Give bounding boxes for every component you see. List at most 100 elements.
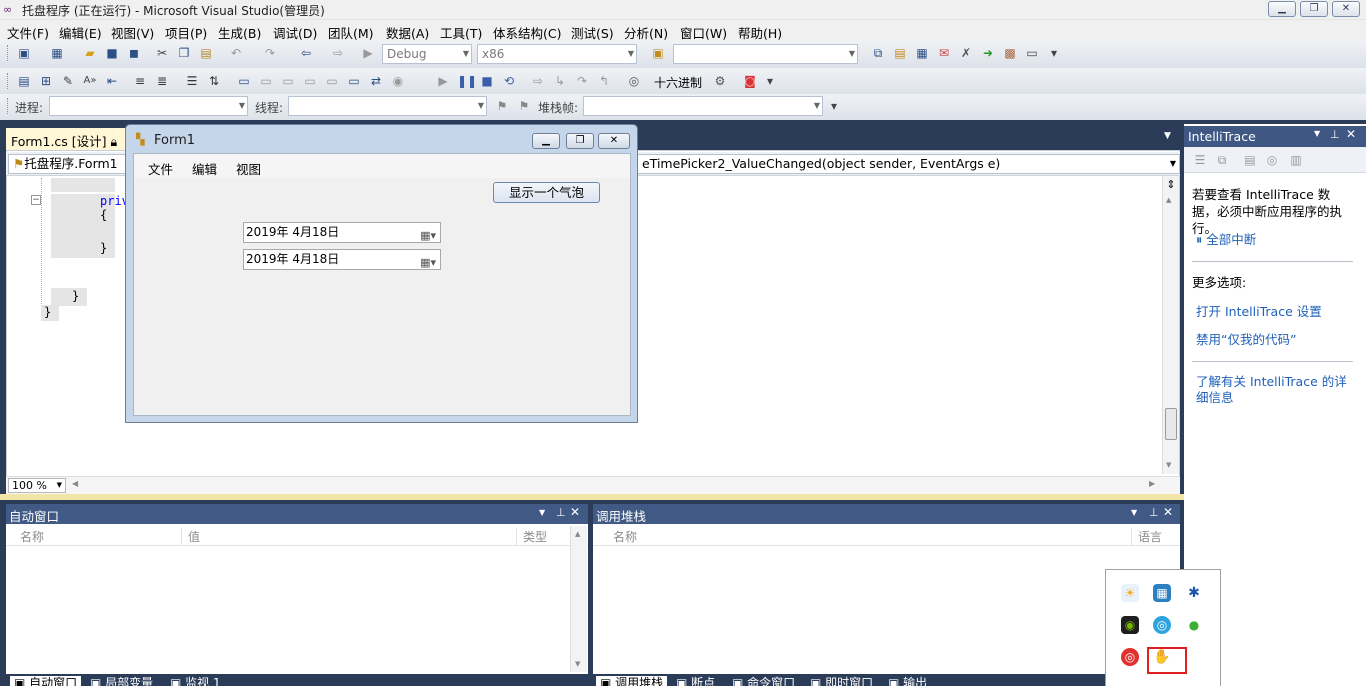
- pin-icon[interactable]: ⊥: [1330, 128, 1340, 141]
- autos-scrollbar[interactable]: ▲ ▼: [570, 526, 587, 672]
- close-button[interactable]: ✕: [1332, 1, 1360, 17]
- next-bookmark-icon[interactable]: ⇅: [206, 73, 222, 89]
- column-value[interactable]: 值: [188, 528, 200, 545]
- object-browser-icon[interactable]: ▦: [914, 45, 930, 61]
- update-icon[interactable]: ◎: [1153, 616, 1171, 634]
- minimize-button[interactable]: ▁: [1268, 1, 1296, 17]
- cut-icon[interactable]: ✂: [154, 45, 170, 61]
- pin-icon[interactable]: ⊥: [1149, 506, 1159, 519]
- column-type[interactable]: 类型: [516, 528, 574, 545]
- breakpoints-window-icon[interactable]: ◙: [742, 73, 758, 89]
- zoom-combo[interactable]: 100 % ▼: [8, 478, 66, 493]
- toolbox-icon[interactable]: ✉: [936, 45, 952, 61]
- search-icon[interactable]: ◎: [1264, 152, 1280, 168]
- paste-icon[interactable]: ▤: [198, 45, 214, 61]
- find-combo[interactable]: ▼: [673, 44, 858, 64]
- tab-command-window[interactable]: ▣ 命令窗口: [732, 676, 795, 686]
- tab-watch1[interactable]: ▣ 监视 1: [170, 676, 221, 686]
- flag-icon[interactable]: ⚑: [494, 98, 510, 114]
- close-icon[interactable]: ✕: [1163, 505, 1173, 519]
- process-combo[interactable]: ▼: [49, 96, 248, 116]
- scroll-up-icon[interactable]: ▲: [575, 530, 580, 538]
- split-icon[interactable]: ⇕: [1165, 178, 1177, 192]
- collapse-icon[interactable]: −: [31, 195, 41, 205]
- settings-icon[interactable]: ▤: [1242, 152, 1258, 168]
- start-debugging-icon[interactable]: ▶: [360, 45, 376, 61]
- step-into-icon[interactable]: ↳: [552, 73, 568, 89]
- calendar-icon[interactable]: ▦▾: [420, 253, 436, 272]
- calendar-icon[interactable]: ▦▾: [420, 226, 436, 245]
- scroll-down-icon[interactable]: ▼: [575, 660, 580, 668]
- extension-manager-icon[interactable]: ▩: [1002, 45, 1018, 61]
- parameter-info-icon[interactable]: ⊞: [38, 73, 54, 89]
- form1-menu-view[interactable]: 视图: [236, 159, 261, 178]
- quick-info-icon[interactable]: ✎: [60, 73, 76, 89]
- save-icon[interactable]: ■: [104, 45, 120, 61]
- flag-all-icon[interactable]: ⚑: [516, 98, 532, 114]
- disable-just-my-code-link[interactable]: 禁用“仅我的代码”: [1196, 332, 1296, 348]
- clear-bookmarks-icon[interactable]: ▭: [346, 73, 362, 89]
- dropdown-icon[interactable]: ▼: [1131, 508, 1137, 517]
- date-time-picker-1[interactable]: 2019年 4月18日 ▦▾: [243, 222, 441, 243]
- add-item-icon[interactable]: ▦: [49, 45, 65, 61]
- find-in-files-icon[interactable]: ▣: [650, 45, 666, 61]
- tab-locals[interactable]: ▣ 局部变量: [90, 676, 153, 686]
- class-combo[interactable]: ⚑托盘程序.Form1: [8, 154, 126, 174]
- tab-breakpoints[interactable]: ▣ 断点: [676, 676, 715, 686]
- pin-icon[interactable]: ⊥: [556, 506, 566, 519]
- thread-combo[interactable]: ▼: [288, 96, 487, 116]
- redo-icon[interactable]: ↷: [262, 45, 278, 61]
- scroll-down-icon[interactable]: ▼: [1166, 461, 1171, 469]
- tab-form1-designer[interactable]: Form1.cs [设计] 🔒︎: [6, 128, 126, 150]
- network-icon[interactable]: ▦: [1153, 584, 1171, 602]
- open-settings-link[interactable]: 打开 IntelliTrace 设置: [1196, 304, 1322, 320]
- open-icon[interactable]: ▰: [82, 45, 98, 61]
- column-language[interactable]: 语言: [1131, 528, 1162, 545]
- scroll-thumb[interactable]: [1165, 408, 1177, 440]
- comment-out-icon[interactable]: ≡: [132, 73, 148, 89]
- open-log-icon[interactable]: ▥: [1288, 152, 1304, 168]
- properties-icon[interactable]: ▤: [892, 45, 908, 61]
- step-out-icon[interactable]: ↰: [596, 73, 612, 89]
- break-all-link[interactable]: ⏸︎ 全部中断: [1196, 232, 1256, 248]
- toolbar-grip[interactable]: [7, 98, 10, 114]
- tools-icon[interactable]: ✗: [958, 45, 974, 61]
- weather-icon[interactable]: ☀: [1121, 584, 1139, 602]
- date-time-picker-2[interactable]: 2019年 4月18日 ▦▾: [243, 249, 441, 270]
- form1-menu-file[interactable]: 文件: [148, 159, 173, 178]
- toolbar-grip[interactable]: [7, 73, 10, 89]
- stop-debugging-icon[interactable]: ■: [479, 73, 495, 89]
- prev-bookmark-icon[interactable]: ▭: [258, 73, 274, 89]
- step-over-icon[interactable]: ↷: [574, 73, 590, 89]
- editor-vertical-scrollbar[interactable]: ⇕ ▲ ▼: [1162, 176, 1179, 474]
- learn-more-link[interactable]: 了解有关 IntelliTrace 的详细信息: [1196, 374, 1356, 406]
- scroll-left-icon[interactable]: ◀: [72, 479, 78, 488]
- new-project-icon[interactable]: ▣: [16, 45, 32, 61]
- command-window-icon[interactable]: ▭: [1024, 45, 1040, 61]
- quick-watch-icon[interactable]: ◎: [626, 73, 642, 89]
- save-all-icon[interactable]: ◼: [126, 45, 142, 61]
- solution-config-combo[interactable]: Debug ▼: [382, 44, 472, 64]
- splitter[interactable]: [0, 494, 1184, 500]
- toggle-bookmark-icon[interactable]: ▭: [236, 73, 252, 89]
- tab-callstack[interactable]: ▣ 调用堆栈: [596, 676, 668, 686]
- scroll-right-icon[interactable]: ▶: [1149, 479, 1155, 488]
- solution-platform-combo[interactable]: x86 ▼: [477, 44, 637, 64]
- tab-autos[interactable]: ▣ 自动窗口: [10, 676, 82, 686]
- decrease-indent-icon[interactable]: ⇤: [104, 73, 120, 89]
- list-icon[interactable]: ☰: [1192, 152, 1208, 168]
- show-next-statement-icon[interactable]: ⇨: [530, 73, 546, 89]
- toolbar-grip[interactable]: [7, 45, 10, 61]
- navigate-backward-icon[interactable]: ⇦: [298, 45, 314, 61]
- restart-icon[interactable]: ⟲: [501, 73, 517, 89]
- tab-team-explorer[interactable]: ▣ 团: [1310, 676, 1337, 686]
- stack-frame-combo[interactable]: ▼: [583, 96, 823, 116]
- tab-dropdown-icon[interactable]: ▼: [1164, 131, 1171, 141]
- display-object-member-list-icon[interactable]: ▤: [16, 73, 32, 89]
- form1-menu-edit[interactable]: 编辑: [192, 159, 217, 178]
- toolbar-options-icon[interactable]: ▾: [1046, 45, 1062, 61]
- prev-bookmark-in-doc-icon[interactable]: ▭: [302, 73, 318, 89]
- undo-icon[interactable]: ↶: [228, 45, 244, 61]
- tab-output[interactable]: ▣ 输出: [888, 676, 927, 686]
- method-combo[interactable]: eTimePicker2_ValueChanged(object sender,…: [638, 154, 1180, 174]
